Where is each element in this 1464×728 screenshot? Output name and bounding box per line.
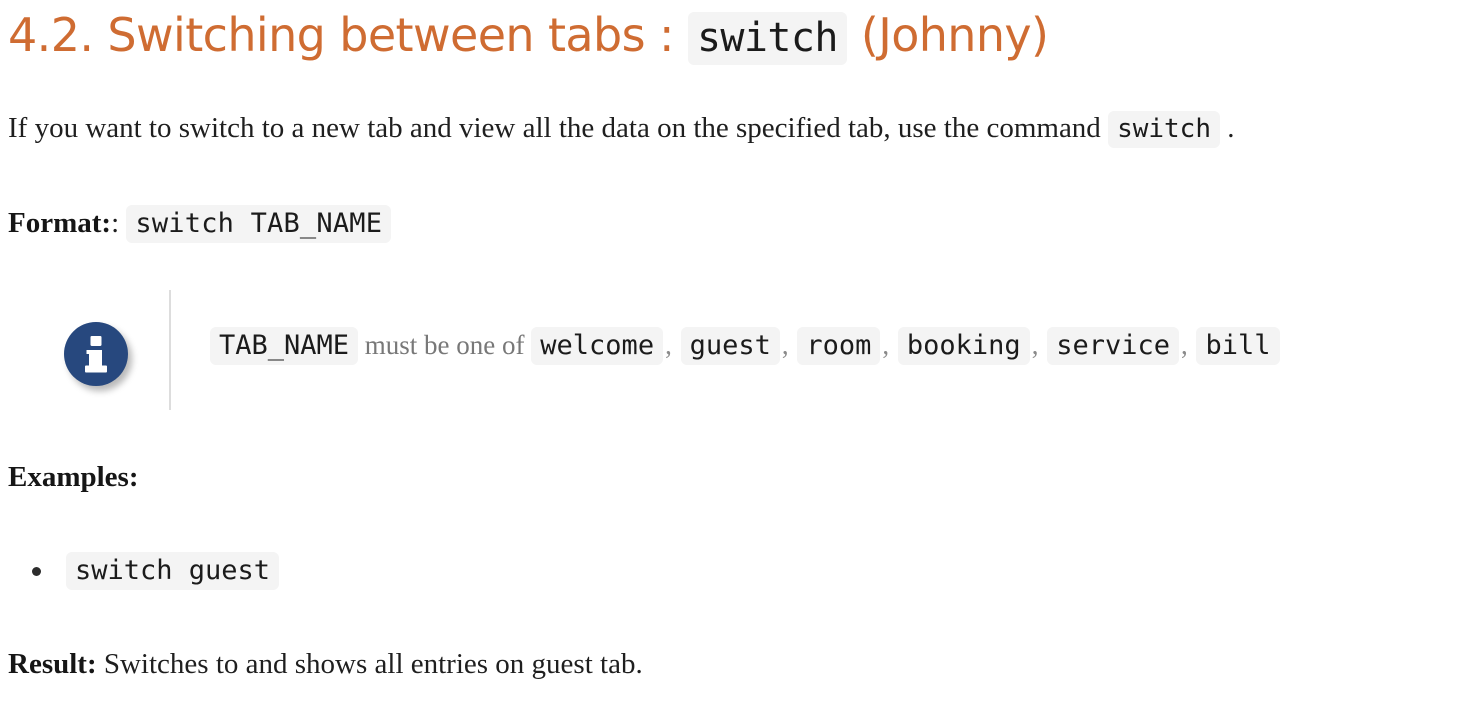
- list-bullet-icon: [32, 567, 41, 576]
- callout-separator-5: ,: [1180, 330, 1188, 360]
- callout-option-guest: guest: [680, 327, 780, 365]
- example-command-code: switch guest: [66, 552, 280, 590]
- callout-divider: [169, 290, 171, 410]
- intro-period: .: [1227, 112, 1235, 144]
- format-line: Format:: switch TAB_NAME: [8, 201, 392, 246]
- heading-title: Switching between tabs :: [107, 8, 674, 62]
- info-icon-glyph: [85, 336, 107, 373]
- callout-text: must be one of: [364, 330, 525, 360]
- callout-separator-3: ,: [882, 330, 890, 360]
- callout-option-welcome: welcome: [531, 327, 664, 365]
- result-label: Result:: [8, 648, 97, 680]
- documentation-page: 4.2. Switching between tabs : switch (Jo…: [0, 0, 1464, 728]
- callout-separator-4: ,: [1031, 330, 1039, 360]
- info-icon: [60, 319, 134, 393]
- callout-option-bill: bill: [1196, 327, 1280, 365]
- info-callout: TAB_NAME must be one of welcome, guest, …: [8, 285, 1456, 415]
- callout-body: TAB_NAME must be one of welcome, guest, …: [210, 323, 1450, 368]
- callout-separator-2: ,: [781, 330, 789, 360]
- examples-list: switch guest: [8, 545, 1448, 596]
- callout-option-room: room: [797, 327, 881, 365]
- examples-label: Examples:: [8, 461, 139, 493]
- callout-option-service: service: [1047, 327, 1179, 365]
- callout-separator-1: ,: [665, 330, 672, 360]
- format-code: switch TAB_NAME: [126, 205, 392, 243]
- format-label: Format:: [8, 207, 112, 239]
- heading-number: 4.2.: [8, 8, 94, 62]
- intro-text: If you want to switch to a new tab and v…: [8, 112, 1101, 144]
- callout-option-booking: booking: [897, 327, 1030, 365]
- intro-command-code: switch: [1108, 111, 1220, 148]
- heading-command-code: switch: [687, 12, 847, 65]
- list-item: switch guest: [8, 545, 1448, 596]
- result-text: Switches to and shows all entries on gue…: [103, 648, 643, 680]
- heading-author: (Johnny): [860, 8, 1049, 62]
- intro-paragraph: If you want to switch to a new tab and v…: [8, 106, 1456, 151]
- page-title: 4.2. Switching between tabs : switch (Jo…: [8, 4, 1448, 69]
- result-line: Result: Switches to and shows all entrie…: [8, 642, 643, 686]
- format-colon: :: [111, 207, 120, 239]
- callout-param-code: TAB_NAME: [210, 327, 359, 365]
